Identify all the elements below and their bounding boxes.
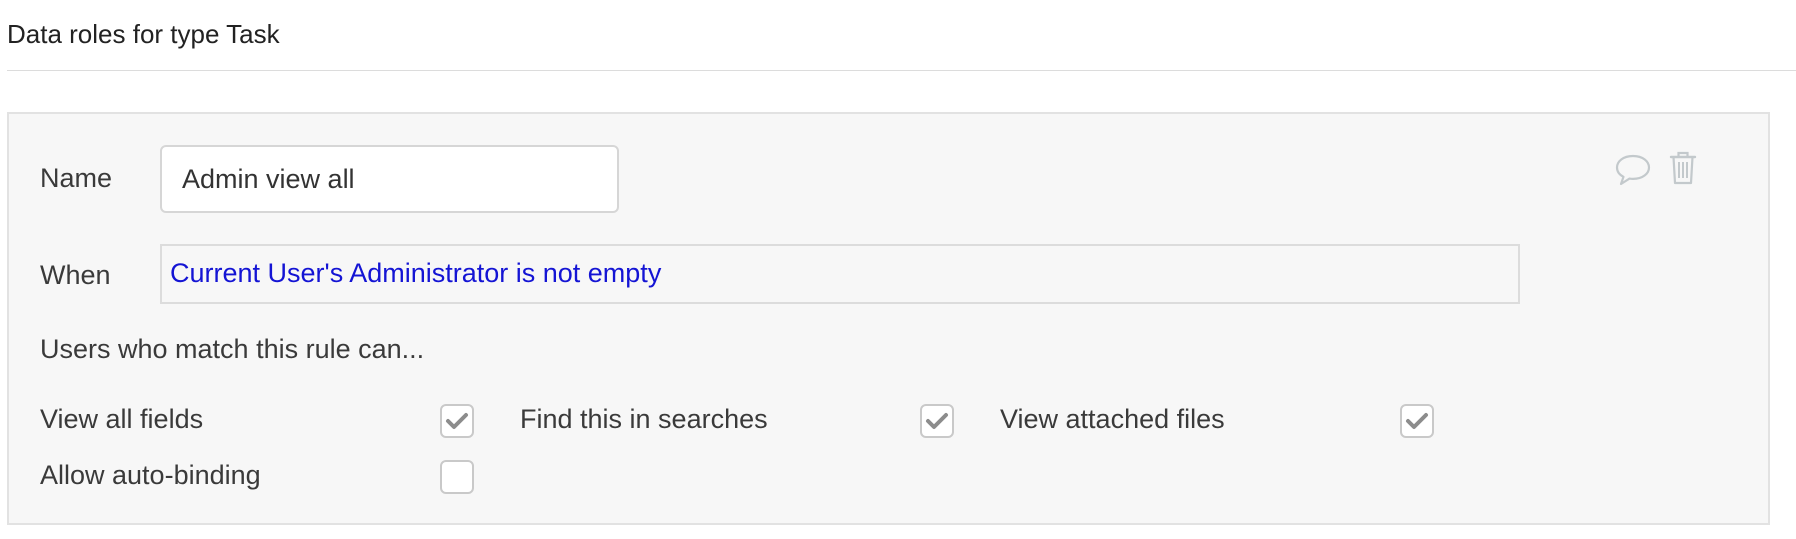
permission-label-view-attached-files: View attached files — [1000, 404, 1225, 434]
view-all-fields-checkbox[interactable] — [440, 404, 474, 438]
title-divider — [7, 70, 1796, 71]
data-role-rule-card: Name Admin view all When Current User's … — [7, 112, 1770, 525]
trash-icon[interactable] — [1668, 150, 1698, 191]
speech-bubble-icon[interactable] — [1614, 153, 1652, 192]
checkmark-icon — [446, 413, 468, 429]
name-label: Name — [40, 163, 113, 193]
checkmark-icon — [1406, 413, 1428, 429]
checkmark-icon — [926, 413, 948, 429]
find-in-searches-checkbox[interactable] — [920, 404, 954, 438]
helper-text: Users who match this rule can... — [40, 334, 425, 364]
when-label: When — [40, 260, 111, 290]
view-attached-files-checkbox[interactable] — [1400, 404, 1434, 438]
allow-auto-binding-checkbox[interactable] — [440, 460, 474, 494]
data-roles-page: Data roles for type Task Name Admin view… — [0, 0, 1796, 539]
rule-name-input[interactable]: Admin view all — [160, 145, 619, 213]
permission-label-allow-auto-binding: Allow auto-binding — [40, 460, 261, 490]
page-title: Data roles for type Task — [7, 19, 280, 49]
permission-label-view-all-fields: View all fields — [40, 404, 204, 434]
condition-expression[interactable]: Current User's Administrator is not empt… — [160, 244, 1520, 304]
permission-label-find-in-searches: Find this in searches — [520, 404, 768, 434]
